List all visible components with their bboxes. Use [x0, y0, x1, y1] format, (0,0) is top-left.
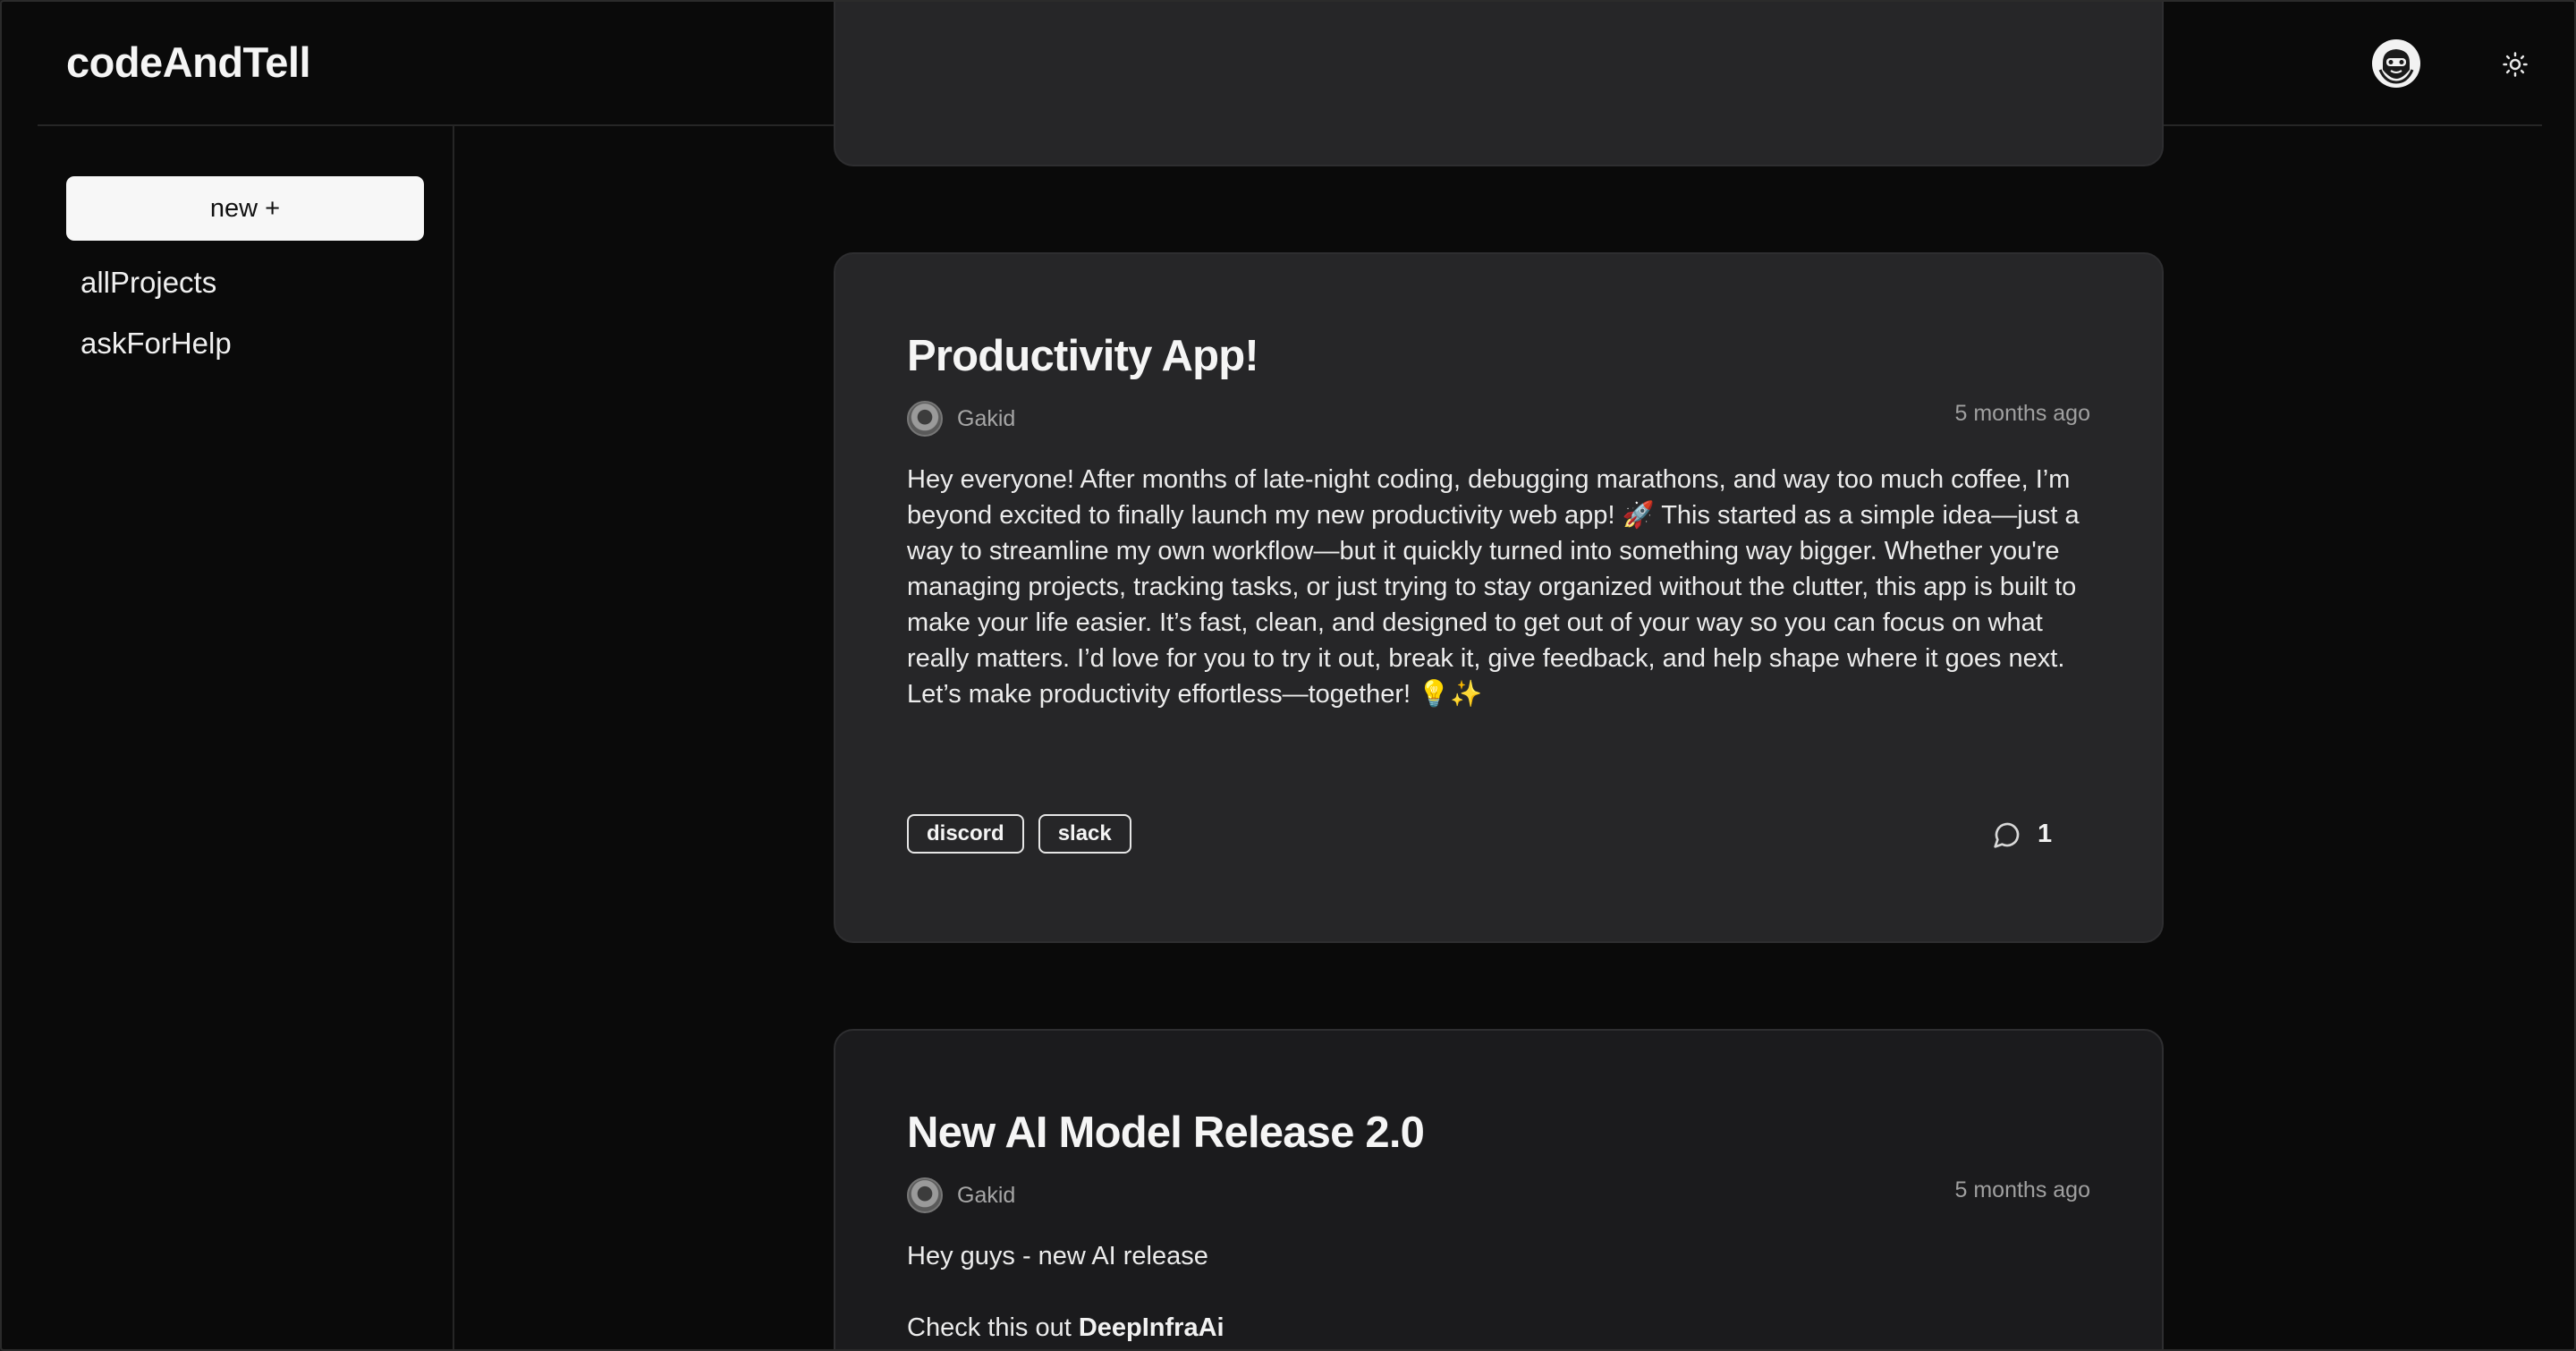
sun-icon[interactable]: [2497, 47, 2533, 82]
post-card[interactable]: Productivity App! Gakid 5 months ago Hey…: [834, 252, 2164, 943]
sidebar: new + allProjects askForHelp: [38, 126, 454, 1349]
deepinfra-link[interactable]: DeepInfraAi: [1079, 1313, 1224, 1342]
sidebar-item-askforhelp[interactable]: askForHelp: [80, 327, 232, 361]
post-tags: discord slack: [907, 814, 1131, 854]
post-author[interactable]: Gakid: [907, 1177, 1015, 1213]
app-window: codeAndTell new + allProjects askForHelp…: [0, 0, 2576, 1351]
post-title[interactable]: New AI Model Release 2.0: [907, 1108, 1425, 1158]
post-body-line: Hey guys - new AI release: [907, 1242, 1208, 1270]
author-name: Gakid: [957, 405, 1016, 431]
post-body: Hey guys - new AI release Check this out…: [907, 1238, 2106, 1346]
post-card[interactable]: New AI Model Release 2.0 Gakid 5 months …: [834, 1029, 2164, 1349]
post-body-text: Check this out: [907, 1313, 1079, 1342]
author-avatar: [907, 1177, 943, 1213]
tag-slack[interactable]: slack: [1038, 814, 1131, 854]
comment-icon: [1994, 822, 2020, 848]
tag-discord[interactable]: discord: [907, 814, 1024, 854]
author-avatar: [907, 401, 943, 437]
post-body-line: Check this out DeepInfraAi: [907, 1310, 2106, 1346]
comments-button[interactable]: 1: [1993, 820, 2052, 849]
author-name: Gakid: [957, 1182, 1016, 1208]
avatar-illustration-icon: [2377, 44, 2416, 84]
post-title[interactable]: Productivity App!: [907, 331, 1259, 381]
sidebar-item-allprojects[interactable]: allProjects: [80, 266, 216, 300]
post-author[interactable]: Gakid: [907, 401, 1015, 437]
post-timestamp: 5 months ago: [1954, 401, 2091, 426]
brand-logo[interactable]: codeAndTell: [66, 38, 311, 87]
user-avatar-icon[interactable]: [2372, 39, 2420, 88]
post-timestamp: 5 months ago: [1954, 1177, 2091, 1202]
comment-count: 1: [2038, 820, 2053, 848]
new-project-button[interactable]: new +: [66, 176, 424, 241]
post-body: Hey everyone! After months of late-night…: [907, 465, 2080, 709]
post-card-previous[interactable]: [834, 2, 2164, 166]
